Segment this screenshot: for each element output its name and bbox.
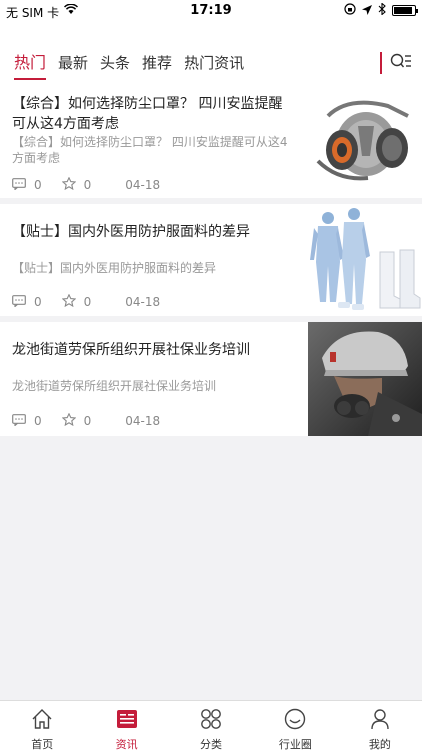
orientation-lock-icon bbox=[344, 3, 356, 18]
tabbar-news[interactable]: 资讯 bbox=[84, 701, 168, 750]
article-summary: 龙池街道劳保所组织开展社保业务培训 bbox=[12, 379, 217, 393]
tabbar-circle[interactable]: 行业圈 bbox=[253, 701, 337, 750]
star-icon[interactable] bbox=[61, 293, 76, 310]
article-title: 龙池街道劳保所组织开展社保业务培训 bbox=[12, 342, 250, 358]
article-date: 04-18 bbox=[125, 178, 161, 192]
comment-icon bbox=[12, 294, 26, 310]
circle-icon bbox=[284, 708, 306, 734]
like-count: 0 bbox=[83, 178, 92, 192]
article-feed: 【综合】如何选择防尘口罩？ 四川安监提醒可从这4方面考虑 【综合】如何选择防尘口… bbox=[0, 86, 422, 442]
comment-icon bbox=[12, 413, 26, 429]
tabbar-label: 分类 bbox=[200, 738, 223, 750]
article-date: 04-18 bbox=[125, 295, 161, 309]
bottom-tab-bar: 首页 资讯 分类 行业圈 我的 bbox=[0, 700, 422, 750]
comment-icon bbox=[12, 177, 26, 193]
protective-suit-image bbox=[308, 204, 422, 316]
article-item[interactable]: 【贴士】国内外医用防护服面料的差异 【贴士】国内外医用防护服面料的差异 0 0 … bbox=[0, 204, 422, 316]
star-icon[interactable] bbox=[61, 412, 76, 429]
article-title: 【贴士】国内外医用防护服面料的差异 bbox=[12, 224, 250, 240]
tabbar-label: 我的 bbox=[368, 738, 391, 750]
comment-count: 0 bbox=[34, 414, 42, 428]
tabbar-home[interactable]: 首页 bbox=[0, 701, 84, 750]
bluetooth-icon bbox=[378, 2, 386, 18]
article-meta: 0 0 04-18 bbox=[12, 412, 161, 429]
tab-recommended[interactable]: 推荐 bbox=[136, 50, 178, 86]
article-item[interactable]: 龙池街道劳保所组织开展社保业务培训 龙池街道劳保所组织开展社保业务培训 0 0 … bbox=[0, 322, 422, 436]
location-icon bbox=[362, 4, 372, 18]
tabbar-label: 首页 bbox=[31, 738, 54, 750]
home-icon bbox=[31, 708, 53, 734]
search-list-icon bbox=[390, 52, 412, 74]
comment-count: 0 bbox=[34, 178, 42, 192]
battery-icon bbox=[392, 5, 418, 16]
article-summary: 【综合】如何选择防尘口罩？ 四川安监提醒可从这4方面考虑 bbox=[12, 135, 288, 165]
user-icon bbox=[369, 708, 391, 734]
status-bar: 无 SIM 卡 17:19 bbox=[0, 0, 422, 22]
article-meta: 0 0 04-18 bbox=[12, 176, 161, 193]
tabbar-label: 行业圈 bbox=[278, 738, 312, 750]
like-count: 0 bbox=[83, 414, 92, 428]
channel-tabs: 热门 最新 头条 推荐 热门资讯 bbox=[0, 50, 250, 86]
article-summary: 【贴士】国内外医用防护服面料的差异 bbox=[12, 261, 217, 275]
tab-hot[interactable]: 热门 bbox=[8, 50, 52, 86]
tab-divider bbox=[380, 52, 382, 74]
tab-manage-button[interactable] bbox=[380, 50, 412, 76]
tabbar-label: 资讯 bbox=[115, 738, 138, 750]
category-icon bbox=[200, 708, 222, 734]
article-meta: 0 0 04-18 bbox=[12, 293, 161, 310]
respirator-mask-image bbox=[308, 86, 422, 198]
article-item[interactable]: 【综合】如何选择防尘口罩？ 四川安监提醒可从这4方面考虑 【综合】如何选择防尘口… bbox=[0, 86, 422, 198]
tab-hot-news[interactable]: 热门资讯 bbox=[178, 50, 250, 86]
comment-count: 0 bbox=[34, 295, 42, 309]
article-title: 【综合】如何选择防尘口罩？ 四川安监提醒可从这4方面考虑 bbox=[12, 96, 283, 132]
star-icon[interactable] bbox=[61, 176, 76, 193]
tab-headlines[interactable]: 头条 bbox=[94, 50, 136, 86]
news-icon bbox=[116, 708, 138, 734]
article-date: 04-18 bbox=[125, 414, 161, 428]
worker-helmet-image bbox=[308, 322, 422, 436]
like-count: 0 bbox=[83, 295, 92, 309]
header: 热门 最新 头条 推荐 热门资讯 bbox=[0, 22, 422, 86]
tabbar-me[interactable]: 我的 bbox=[338, 701, 422, 750]
tab-latest[interactable]: 最新 bbox=[52, 50, 94, 86]
tabbar-category[interactable]: 分类 bbox=[169, 701, 253, 750]
